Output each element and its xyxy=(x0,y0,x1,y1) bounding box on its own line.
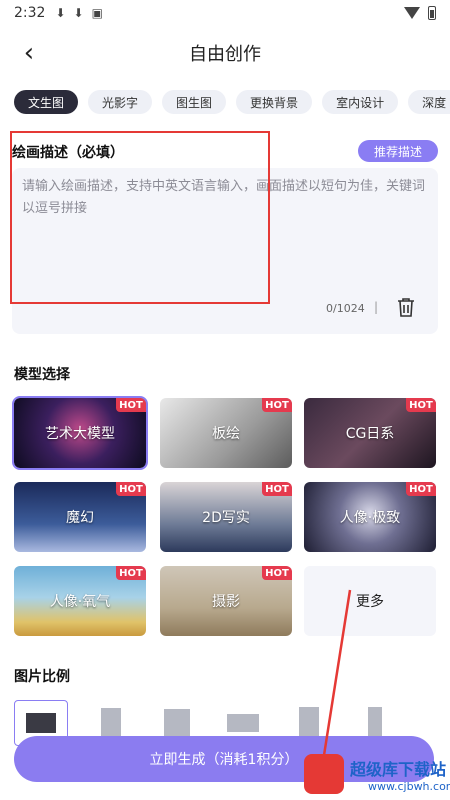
model-card-more[interactable]: 更多 xyxy=(304,566,436,636)
model-card-art[interactable]: 艺术大模型 HOT xyxy=(12,396,148,470)
download-icon: ⬇ xyxy=(55,6,66,20)
model-card-portrait-extreme[interactable]: 人像·极致 HOT xyxy=(304,482,436,552)
ratio-section-title: 图片比例 xyxy=(14,669,70,685)
app-icon: ▣ xyxy=(91,6,103,20)
tab-image-to-image[interactable]: 图生图 xyxy=(162,90,227,114)
header: ‹ 自由创作 xyxy=(0,30,450,76)
back-arrow-icon[interactable]: ‹ xyxy=(14,38,44,68)
ratio-shape xyxy=(368,707,382,739)
model-card-2d-realistic[interactable]: 2D写实 HOT xyxy=(160,482,292,552)
watermark-url: www.cjbwh.com xyxy=(368,780,450,793)
model-name: 更多 xyxy=(356,594,384,610)
model-card-cg-japanese[interactable]: CG日系 HOT xyxy=(304,398,436,468)
model-card-painting[interactable]: 板绘 HOT xyxy=(160,398,292,468)
ratio-shape xyxy=(101,708,121,738)
hot-badge: HOT xyxy=(262,398,292,412)
model-card-fantasy[interactable]: 魔幻 HOT xyxy=(14,482,146,552)
tab-light-shadow-text[interactable]: 光影字 xyxy=(88,90,153,114)
hot-badge: HOT xyxy=(262,566,292,580)
hot-badge: HOT xyxy=(116,566,146,580)
hot-badge: HOT xyxy=(406,482,436,496)
ratio-shape xyxy=(26,713,56,733)
watermark: 超级库下载站 www.cjbwh.com xyxy=(302,750,450,800)
hot-badge: HOT xyxy=(406,398,436,412)
prompt-input-area[interactable]: 请输入绘画描述，支持中英文语言输入，画面描述以短句为佳，关键词以逗号拼接 0/1… xyxy=(12,168,438,334)
model-section-title: 模型选择 xyxy=(14,367,70,383)
recommend-description-button[interactable]: 推荐描述 xyxy=(358,140,438,162)
status-time: 2:32 xyxy=(14,5,46,21)
hot-badge: HOT xyxy=(262,482,292,496)
model-card-portrait-oxygen[interactable]: 人像·氧气 HOT xyxy=(14,566,146,636)
tab-text-to-image[interactable]: 文生图 xyxy=(14,90,79,114)
tab-change-background[interactable]: 更换背景 xyxy=(236,90,313,114)
battery-icon xyxy=(428,6,436,20)
hot-badge: HOT xyxy=(116,398,146,412)
watermark-brand: 超级库下载站 xyxy=(350,760,447,779)
wifi-icon xyxy=(404,7,420,19)
status-bar: 2:32 ⬇ ⬇ ▣ xyxy=(0,0,450,26)
model-card-photography[interactable]: 摄影 HOT xyxy=(160,566,292,636)
trash-icon[interactable] xyxy=(396,296,416,318)
watermark-logo-icon xyxy=(304,754,344,794)
tab-interior-design[interactable]: 室内设计 xyxy=(322,90,399,114)
counter-separator: | xyxy=(374,300,379,314)
page-title: 自由创作 xyxy=(189,44,261,65)
ratio-shape xyxy=(299,707,319,739)
mode-tabs: 文生图 光影字 图生图 更换背景 室内设计 深度 xyxy=(14,90,450,116)
prompt-placeholder: 请输入绘画描述，支持中英文语言输入，画面描述以短句为佳，关键词以逗号拼接 xyxy=(22,179,426,216)
tab-depth[interactable]: 深度 xyxy=(408,90,450,114)
char-counter: 0/1024 xyxy=(326,302,365,315)
ratio-shape xyxy=(164,709,190,737)
prompt-title: 绘画描述（必填） xyxy=(12,145,124,161)
ratio-shape xyxy=(227,714,259,732)
hot-badge: HOT xyxy=(116,482,146,496)
download-icon: ⬇ xyxy=(73,6,84,20)
